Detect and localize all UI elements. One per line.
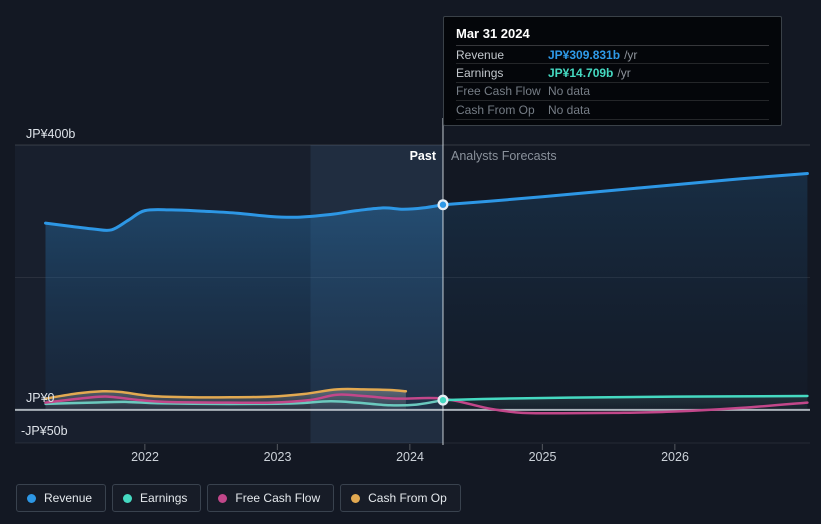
y-axis-label-400b: JP¥400b	[26, 127, 76, 141]
legend-label-earnings: Earnings	[140, 491, 188, 505]
analysts-forecasts-zone-label: Analysts Forecasts	[451, 149, 557, 163]
earnings-hover-marker-dot[interactable]	[439, 396, 447, 404]
x-axis-label-2024: 2024	[396, 450, 424, 464]
x-axis-label-2023: 2023	[263, 450, 292, 464]
x-axis-label-2026: 2026	[661, 450, 689, 464]
legend-item-free-cash-flow[interactable]: Free Cash Flow	[207, 484, 335, 512]
y-axis-label-neg50b: -JP¥50b	[21, 424, 68, 438]
tooltip-label: Revenue	[456, 47, 505, 62]
cash-from-op-series-dot-icon	[351, 493, 361, 503]
tooltip-value: JP¥309.831b	[548, 47, 621, 62]
x-axis-label-2022: 2022	[131, 450, 159, 464]
tooltip-value: No data	[548, 102, 591, 117]
legend-label-free-cash-flow: Free Cash Flow	[235, 491, 321, 505]
legend-item-revenue[interactable]: Revenue	[16, 484, 107, 512]
legend-item-cash-from-op[interactable]: Cash From Op	[340, 484, 461, 512]
tooltip-value: No data	[548, 84, 591, 99]
revenue-series-dot-icon	[27, 493, 36, 503]
tooltip-row-cash-from-op: Cash From Op No data	[456, 101, 769, 120]
data-tooltip: Mar 31 2024 Revenue JP¥309.831b /yr Earn…	[443, 16, 782, 126]
tooltip-label: Cash From Op	[456, 102, 535, 117]
x-axis-label-2025: 2025	[528, 450, 557, 464]
tooltip-label: Free Cash Flow	[456, 84, 541, 99]
y-axis-label-0: JP¥0	[26, 391, 55, 405]
chart-legend: Revenue Earnings Free Cash Flow Cash Fro…	[16, 484, 461, 512]
earnings-revenue-growth-chart: JP¥400b JP¥0 -JP¥50b 2022 2023 2024 2025…	[0, 0, 821, 524]
revenue-forecast-area	[443, 173, 808, 410]
legend-item-earnings[interactable]: Earnings	[112, 484, 202, 512]
revenue-hover-marker-dot[interactable]	[439, 201, 447, 208]
tooltip-row-revenue: Revenue JP¥309.831b /yr	[456, 46, 769, 65]
tooltip-unit: /yr	[617, 66, 631, 81]
free-cash-flow-series-dot-icon	[218, 493, 228, 503]
past-zone-label: Past	[409, 149, 436, 163]
tooltip-row-earnings: Earnings JP¥14.709b /yr	[456, 64, 769, 83]
revenue-past-area	[45, 204, 443, 410]
tooltip-unit: /yr	[624, 47, 638, 62]
tooltip-label: Earnings	[456, 66, 504, 81]
legend-label-revenue: Revenue	[44, 491, 93, 505]
legend-label-cash-from-op: Cash From Op	[368, 491, 447, 505]
tooltip-date: Mar 31 2024	[456, 23, 769, 46]
tooltip-row-free-cash-flow: Free Cash Flow No data	[456, 83, 769, 102]
tooltip-value: JP¥14.709b	[548, 66, 614, 81]
earnings-series-dot-icon	[123, 493, 133, 503]
